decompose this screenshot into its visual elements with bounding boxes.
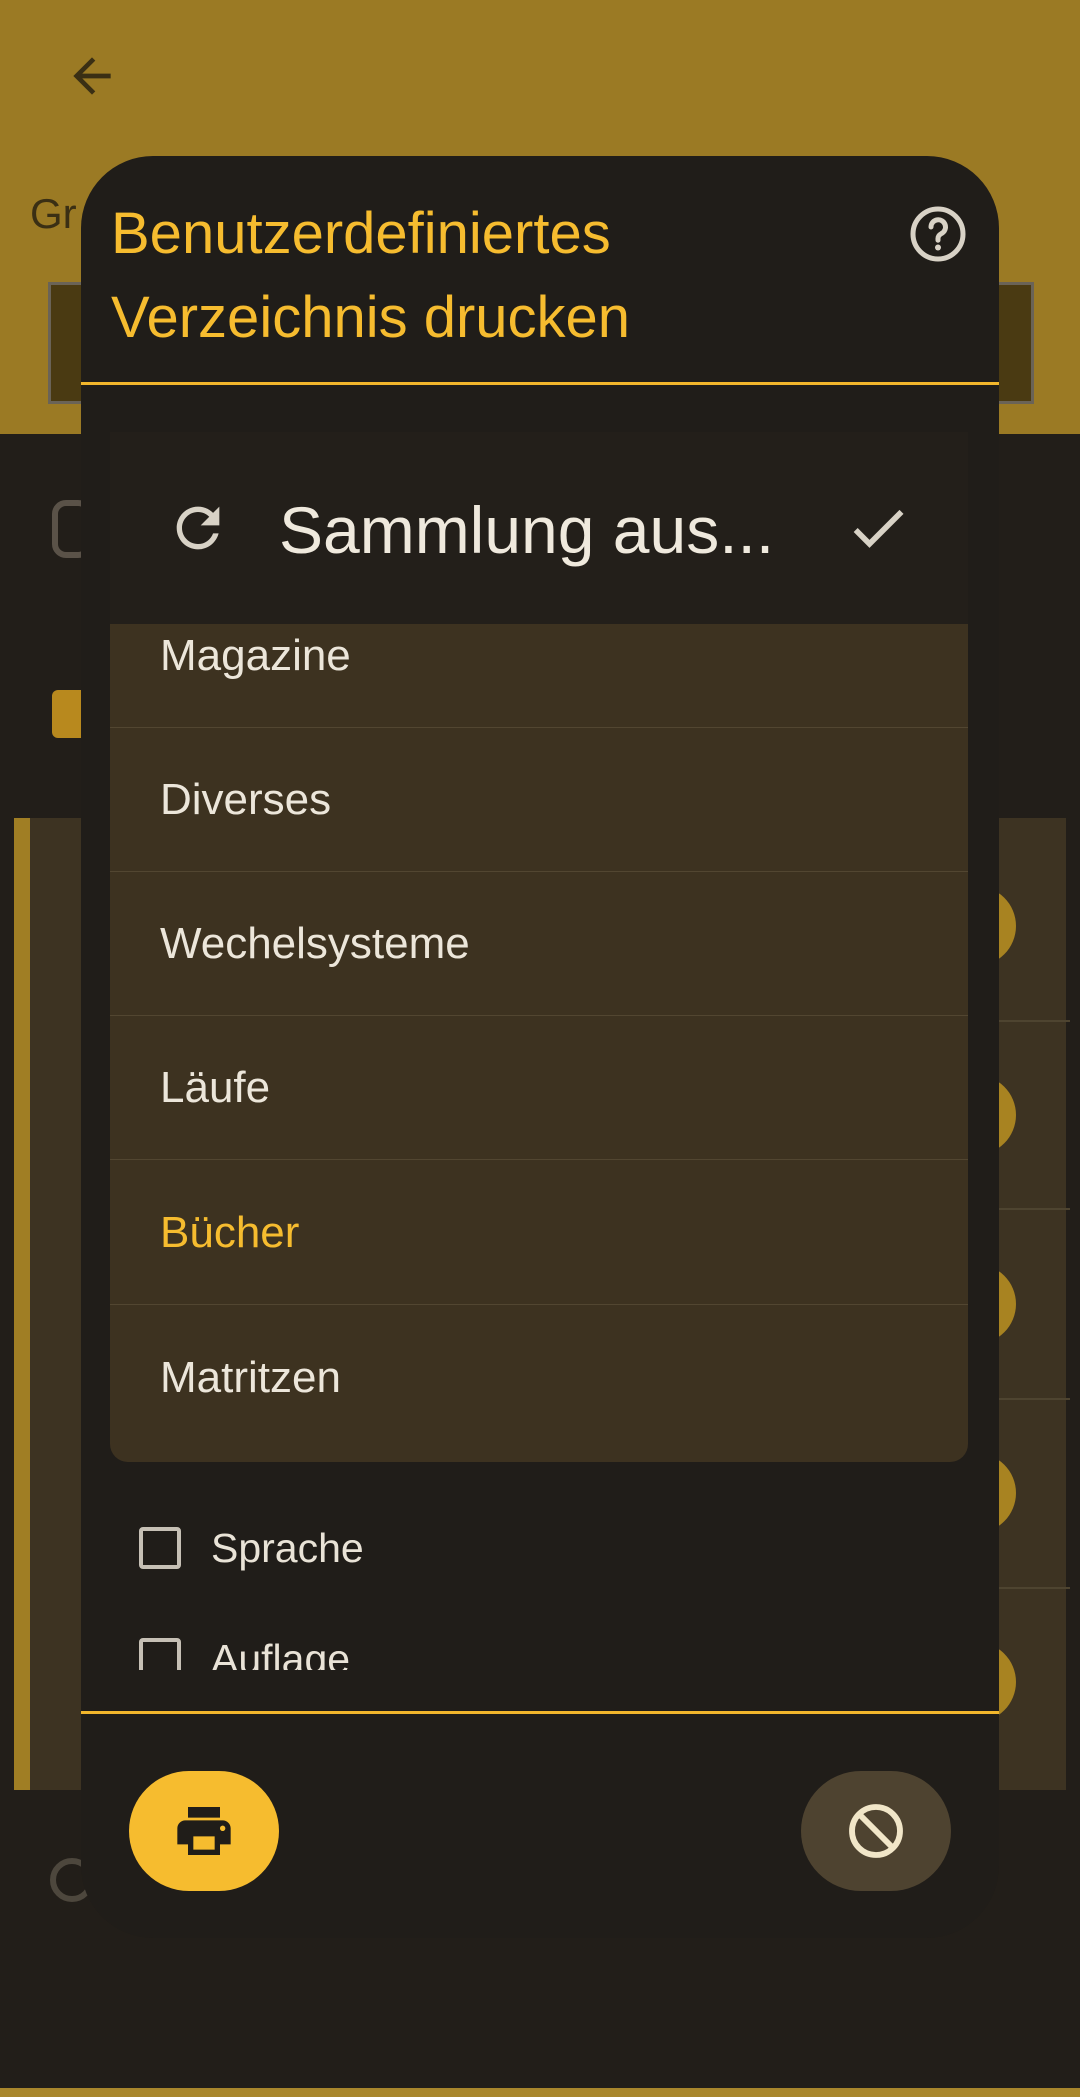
option-label: Läufe: [160, 1063, 271, 1112]
collection-dropdown: Sammlung aus... Magazine Diverses Wechel…: [110, 432, 968, 1462]
dropdown-option-magazine[interactable]: Magazine: [110, 624, 968, 728]
divider: [996, 1587, 1070, 1589]
divider: [996, 1398, 1070, 1400]
checkbox-row-auflage[interactable]: Auflage: [139, 1626, 350, 1670]
option-label: Diverses: [160, 775, 332, 824]
cancel-button[interactable]: [801, 1771, 951, 1891]
dropdown-option-diverses[interactable]: Diverses: [110, 728, 968, 872]
back-arrow-icon[interactable]: [64, 48, 120, 104]
dropdown-option-wechelsysteme[interactable]: Wechelsysteme: [110, 872, 968, 1016]
dialog-title: Benutzerdefiniertes Verzeichnis drucken: [111, 201, 631, 350]
app-list-accent-bar: [14, 818, 30, 1790]
dropdown-header: Sammlung aus...: [110, 432, 968, 624]
checkbox-row-sprache[interactable]: Sprache: [139, 1518, 364, 1578]
divider: [996, 1208, 1070, 1210]
help-circle-icon[interactable]: [908, 204, 968, 264]
checkbox-label: Auflage: [211, 1636, 351, 1670]
printer-icon: [177, 1807, 231, 1855]
option-label: Wechelsysteme: [160, 919, 470, 968]
divider: [81, 1711, 999, 1714]
checkbox-label: Sprache: [211, 1524, 364, 1571]
dropdown-title: Sammlung aus...: [279, 493, 775, 567]
dropdown-option-matritzen[interactable]: Matritzen: [110, 1306, 968, 1450]
option-label: Bücher: [160, 1208, 300, 1257]
checkbox[interactable]: [139, 1527, 181, 1569]
dropdown-option-laeufe[interactable]: Läufe: [110, 1016, 968, 1160]
divider: [81, 382, 999, 385]
checkbox[interactable]: [139, 1638, 181, 1670]
dropdown-list: Magazine Diverses Wechelsysteme Läufe Bü…: [110, 624, 968, 1462]
option-label: Magazine: [160, 631, 351, 680]
app-screen-title: Gr: [30, 190, 77, 237]
refresh-icon[interactable]: [166, 496, 230, 560]
divider: [996, 1020, 1070, 1022]
option-label: Matritzen: [160, 1353, 341, 1402]
bottom-edge-bar: [0, 2088, 1080, 2097]
print-button[interactable]: [129, 1771, 279, 1891]
check-icon[interactable]: [844, 494, 912, 562]
dropdown-option-buecher[interactable]: Bücher: [110, 1161, 968, 1305]
block-icon: [849, 1804, 903, 1858]
